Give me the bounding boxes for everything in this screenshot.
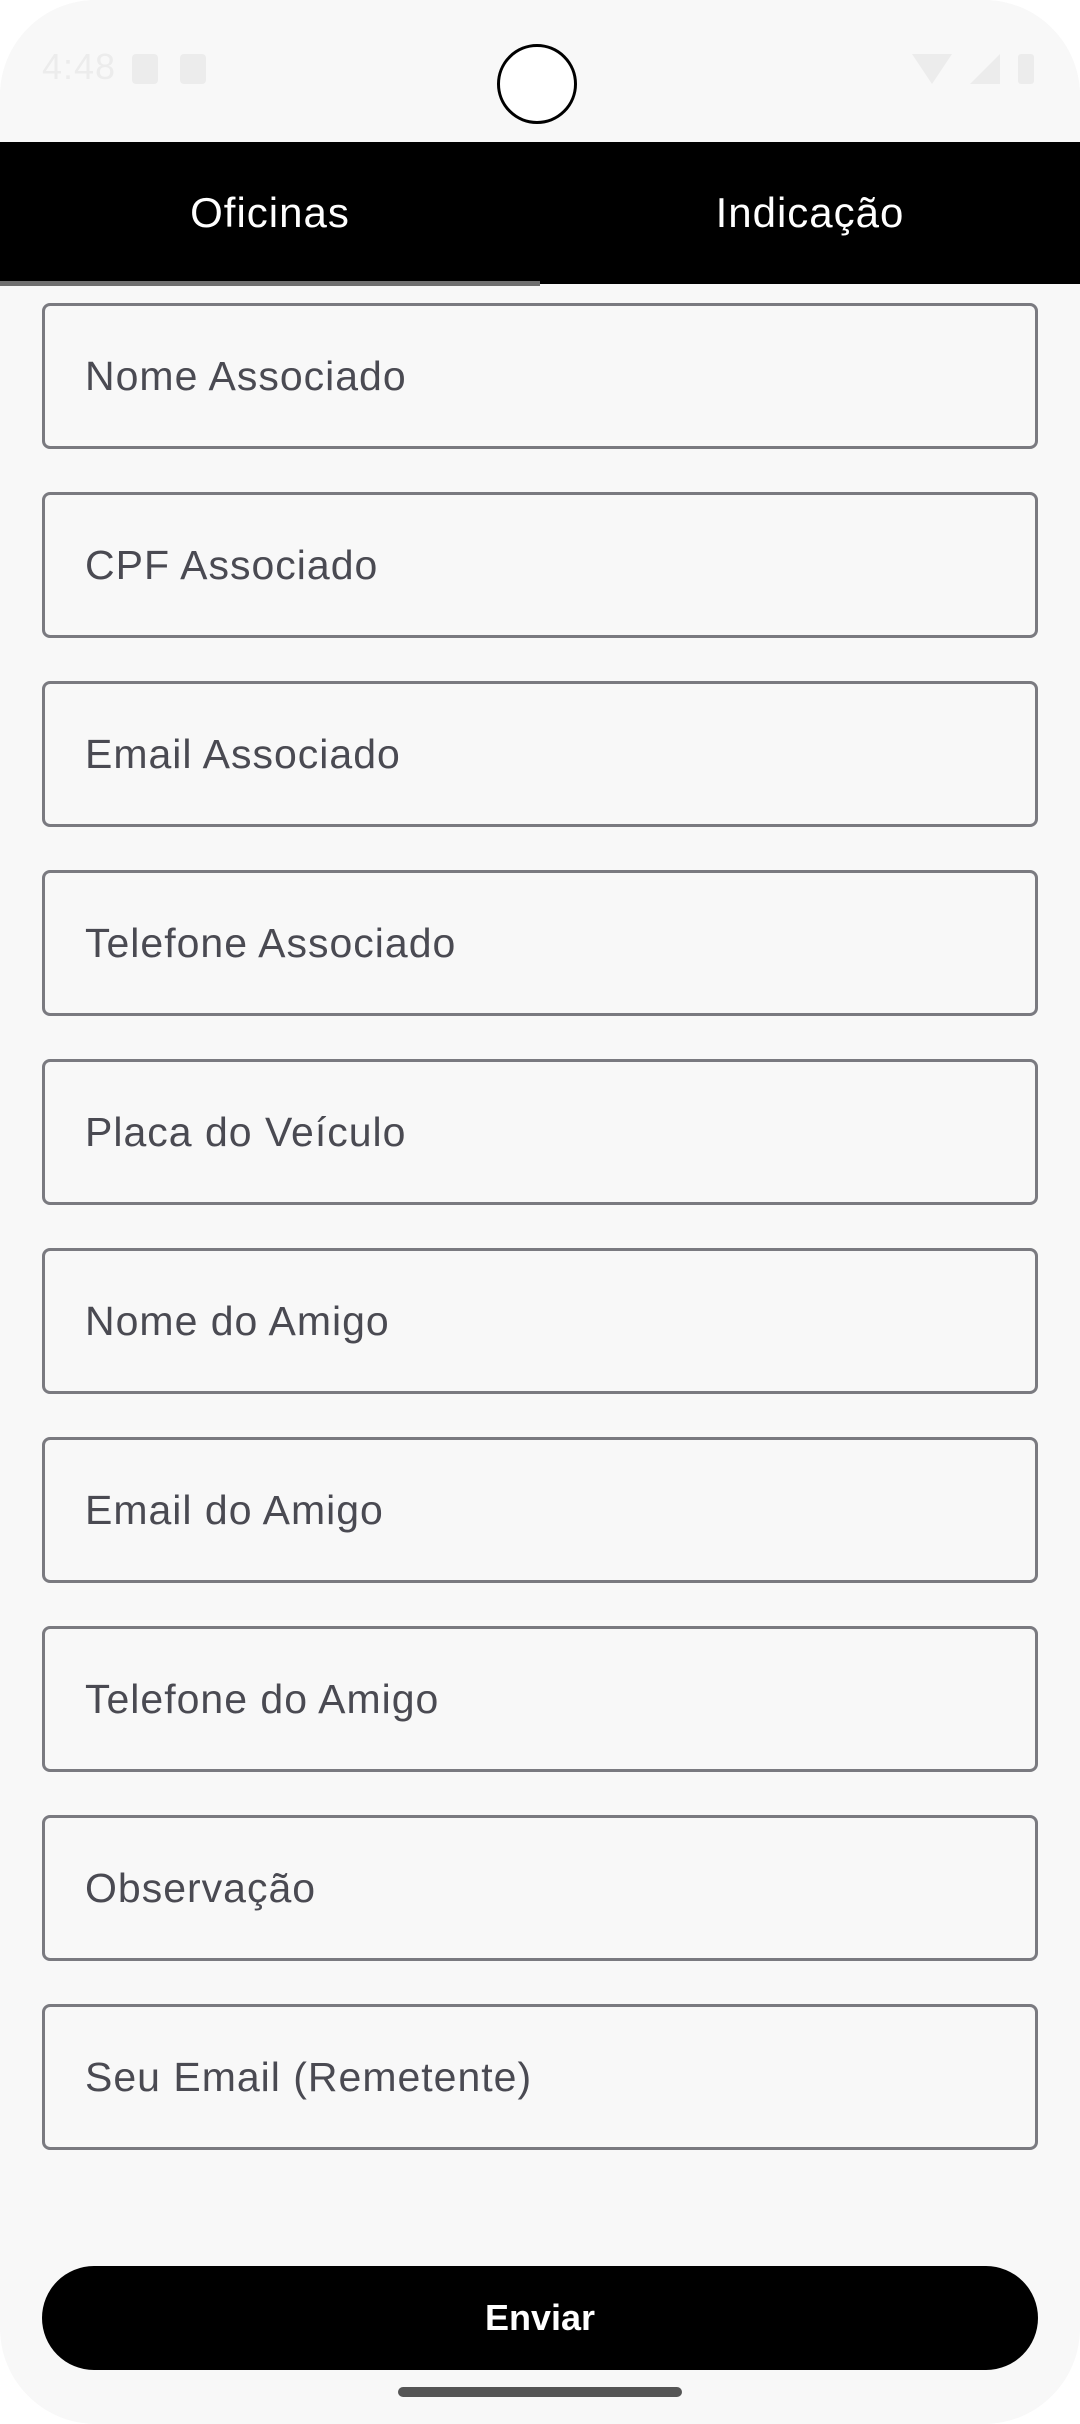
tab-indicator (0, 281, 540, 286)
observacao-input[interactable] (45, 1818, 1035, 1958)
submit-button-label: Enviar (484, 2297, 596, 2338)
status-icons-left (132, 54, 206, 84)
nome-associado-input[interactable] (45, 306, 1035, 446)
app-screen: 4:48 Oficinas Indicação Nome Associado C… (0, 0, 1080, 2424)
tab-oficinas[interactable]: Oficinas (0, 142, 540, 284)
placa-veiculo-input[interactable] (45, 1062, 1035, 1202)
status-time: 4:48 (42, 46, 117, 87)
submit-button[interactable]: Enviar (42, 2266, 1038, 2370)
tab-indicacao[interactable]: Indicação (540, 142, 1080, 284)
nome-associado-field (42, 303, 1038, 449)
camera-cutout (497, 44, 577, 124)
email-amigo-input[interactable] (45, 1440, 1035, 1580)
seu-email-input[interactable] (45, 2007, 1035, 2147)
seu-email-field (42, 2004, 1038, 2150)
home-indicator[interactable] (398, 2387, 682, 2397)
observacao-field (42, 1815, 1038, 1961)
email-amigo-field (42, 1437, 1038, 1583)
tab-indicacao-label: Indicação (715, 189, 905, 236)
telefone-amigo-input[interactable] (45, 1629, 1035, 1769)
battery-icon (1018, 54, 1034, 84)
cpf-associado-field (42, 492, 1038, 638)
nome-amigo-input[interactable] (45, 1251, 1035, 1391)
status-icons-right (912, 54, 1034, 84)
tab-bar: Oficinas Indicação (0, 142, 1080, 284)
sim-icon (132, 54, 158, 84)
tab-oficinas-label: Oficinas (190, 189, 350, 236)
cpf-associado-input[interactable] (45, 495, 1035, 635)
wifi-icon (912, 54, 952, 84)
notification-icon (180, 54, 206, 84)
email-associado-input[interactable] (45, 684, 1035, 824)
referral-form (42, 303, 1038, 2193)
email-associado-field (42, 681, 1038, 827)
placa-veiculo-field (42, 1059, 1038, 1205)
signal-icon (970, 54, 1000, 84)
telefone-amigo-field (42, 1626, 1038, 1772)
telefone-associado-field (42, 870, 1038, 1016)
nome-amigo-field (42, 1248, 1038, 1394)
status-bar: 4:48 (0, 0, 1080, 142)
telefone-associado-input[interactable] (45, 873, 1035, 1013)
